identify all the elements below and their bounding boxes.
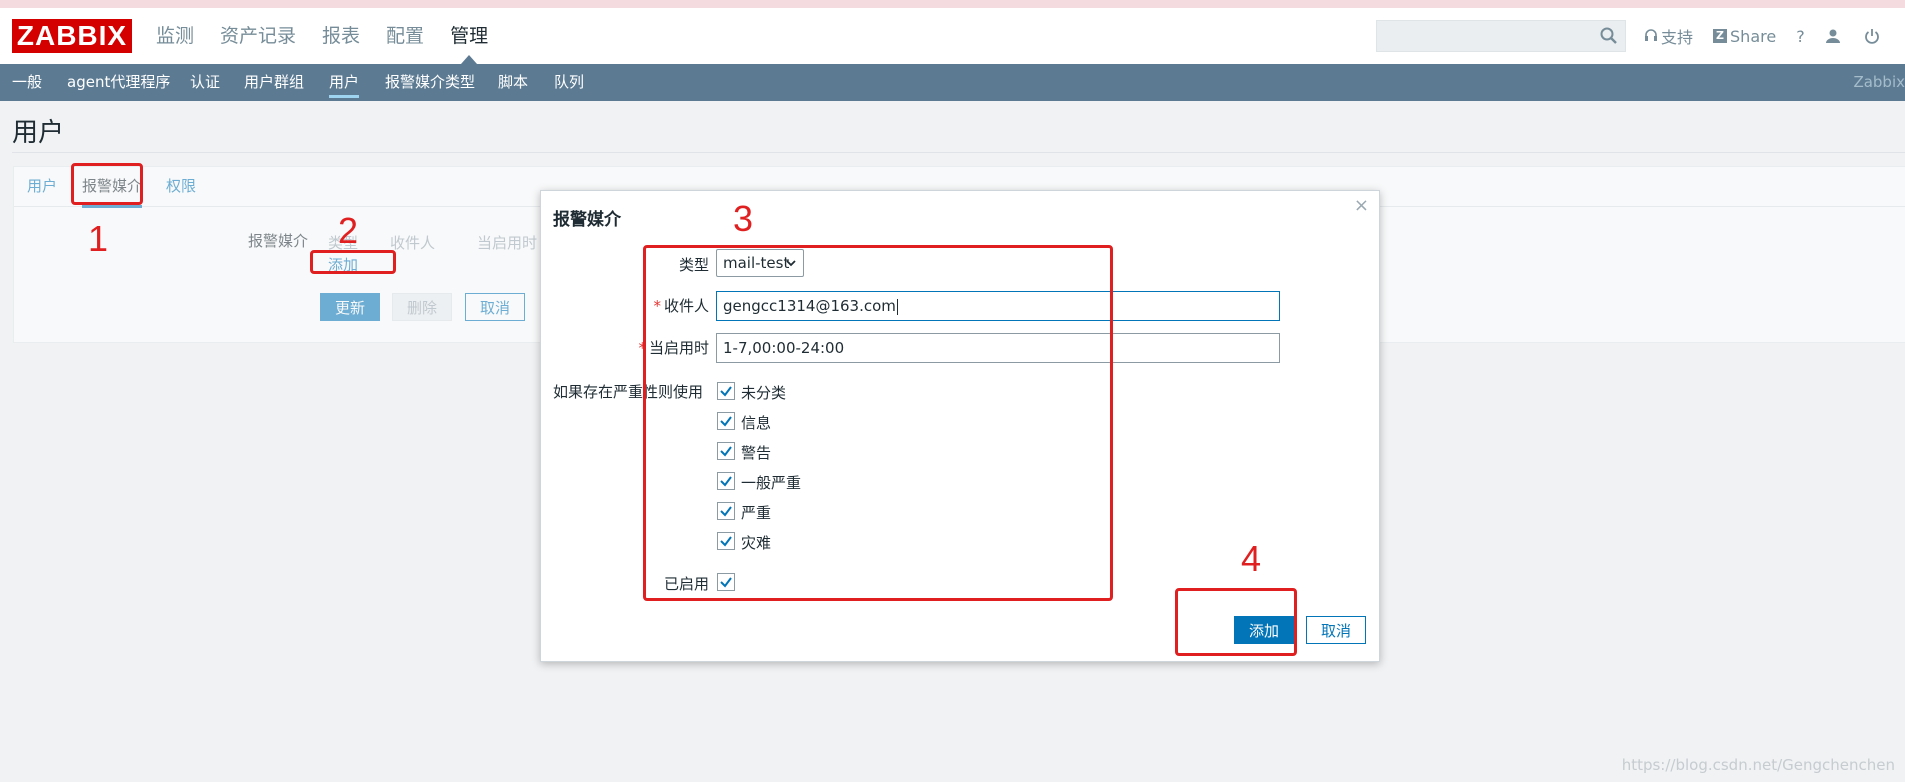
annotation-number-4: 4 [1241,538,1262,579]
zabbix-logo[interactable]: ZABBIX [12,19,132,53]
share-z-icon: Z [1713,29,1728,43]
subnav-queue[interactable]: 队列 [554,64,584,100]
headset-icon [1645,29,1657,41]
share-label: Share [1730,26,1777,46]
close-icon[interactable]: × [1354,195,1369,216]
dialog-title: 报警媒介 [553,210,621,230]
subnav-user-groups[interactable]: 用户群组 [244,64,304,100]
subnav-users[interactable]: 用户 [329,64,360,100]
dialog-cancel-button[interactable]: 取消 [1306,616,1366,644]
menu-inventory[interactable]: 资产记录 [220,8,296,64]
subnav-brand: Zabbix [1853,73,1905,91]
user-profile-icon[interactable] [1825,28,1844,44]
support-label: 支持 [1661,28,1694,47]
main-menu: 监测 资产记录 报表 配置 管理 [156,8,514,64]
share-link[interactable]: Z Share [1713,27,1776,46]
annotation-number-3: 3 [733,198,754,239]
menu-reports[interactable]: 报表 [322,8,360,64]
subnav-general[interactable]: 一般 [12,64,42,100]
subnav-scripts[interactable]: 脚本 [498,64,528,100]
top-header: ZABBIX 监测 资产记录 报表 配置 管理 支持 Z Share ? [0,8,1905,65]
page-title: 用户 [12,118,65,148]
search-icon[interactable] [1599,26,1619,46]
sign-out-icon[interactable] [1864,28,1883,44]
menu-monitoring[interactable]: 监测 [156,8,194,64]
subnav-media-types[interactable]: 报警媒介类型 [385,64,475,100]
sub-navigation: 一般 agent代理程序 认证 用户群组 用户 报警媒介类型 脚本 队列 Zab… [0,64,1905,101]
subnav-proxies[interactable]: agent代理程序 [67,64,170,100]
annotation-box-1 [71,163,143,205]
subnav-authentication[interactable]: 认证 [190,64,220,100]
help-icon[interactable]: ? [1796,27,1805,46]
menu-configuration[interactable]: 配置 [386,8,424,64]
title-divider [12,152,1905,153]
header-right-tools: 支持 Z Share ? [1644,8,1903,64]
annotation-box-3 [643,245,1113,601]
annotation-box-4 [1175,588,1297,656]
watermark: https://blog.csdn.net/Gengchenchen [1621,756,1895,774]
annotation-number-1: 1 [88,218,109,259]
menu-administration[interactable]: 管理 [450,8,488,64]
support-link[interactable]: 支持 [1644,24,1693,48]
search-input[interactable] [1376,20,1626,52]
annotation-box-2 [310,250,396,274]
annotation-number-2: 2 [338,210,359,251]
